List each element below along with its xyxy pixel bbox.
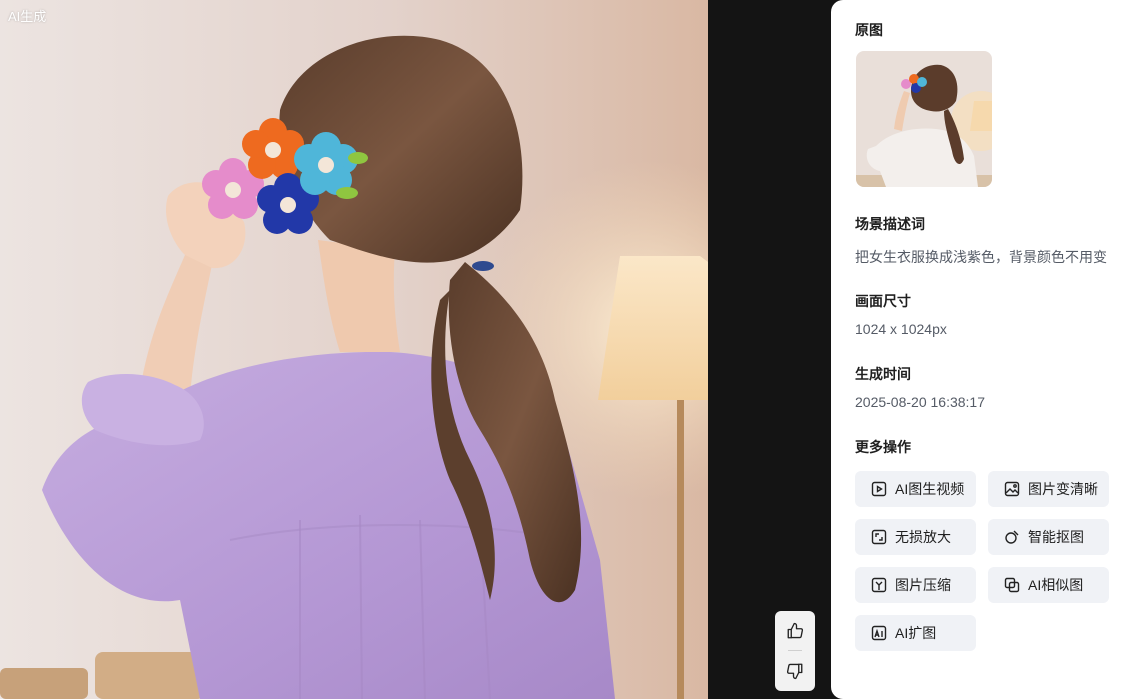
enhance-image-button[interactable]: 图片变清晰: [988, 471, 1109, 507]
time-title: 生成时间: [855, 366, 911, 382]
compress-button[interactable]: 图片压缩: [855, 567, 976, 603]
image-viewer: AI生成: [0, 0, 831, 699]
original-thumbnail[interactable]: [856, 51, 992, 187]
thumbs-up-icon: [787, 622, 804, 638]
size-value: 1024 x 1024px: [855, 321, 947, 337]
enhance-image-label: 图片变清晰: [1028, 481, 1098, 497]
similar-image-button[interactable]: AI相似图: [988, 567, 1109, 603]
cutout-button[interactable]: 智能抠图: [988, 519, 1109, 555]
upscale-button[interactable]: 无损放大: [855, 519, 976, 555]
scene-title: 场景描述词: [855, 216, 925, 232]
size-title: 画面尺寸: [855, 293, 911, 309]
compress-label: 图片压缩: [895, 577, 951, 593]
image-to-video-label: AI图生视频: [895, 481, 965, 497]
feedback-box: [775, 611, 815, 691]
thumbs-down-button[interactable]: [775, 651, 815, 690]
compress-icon: [870, 576, 888, 594]
enhance-image-icon: [1003, 480, 1021, 498]
expand-image-button[interactable]: AI扩图: [855, 615, 976, 651]
scene-description: 把女生衣服换成浅紫色，背景颜色不用变: [855, 249, 1107, 265]
more-actions-title: 更多操作: [855, 439, 911, 455]
original-title: 原图: [855, 22, 883, 38]
similar-image-label: AI相似图: [1028, 577, 1084, 593]
cutout-label: 智能抠图: [1028, 529, 1084, 545]
image-detail-page: AI生成 原图 场景描述词 把女生衣服换成浅紫色，背景颜色不用变 画面尺寸 10…: [0, 0, 1132, 699]
image-to-video-icon: [870, 480, 888, 498]
expand-image-icon: [870, 624, 888, 642]
expand-image-label: AI扩图: [895, 625, 937, 641]
upscale-icon: [870, 528, 888, 546]
image-to-video-button[interactable]: AI图生视频: [855, 471, 976, 507]
time-value: 2025-08-20 16:38:17: [855, 394, 985, 410]
generated-image[interactable]: [0, 0, 708, 699]
info-panel: 原图 场景描述词 把女生衣服换成浅紫色，背景颜色不用变 画面尺寸 1024 x …: [831, 0, 1132, 699]
cutout-icon: [1003, 528, 1021, 546]
ai-generated-tag: AI生成: [8, 9, 47, 24]
upscale-label: 无损放大: [895, 529, 951, 545]
thumbs-down-icon: [786, 663, 803, 679]
thumbs-up-button[interactable]: [775, 611, 815, 650]
similar-image-icon: [1003, 576, 1021, 594]
